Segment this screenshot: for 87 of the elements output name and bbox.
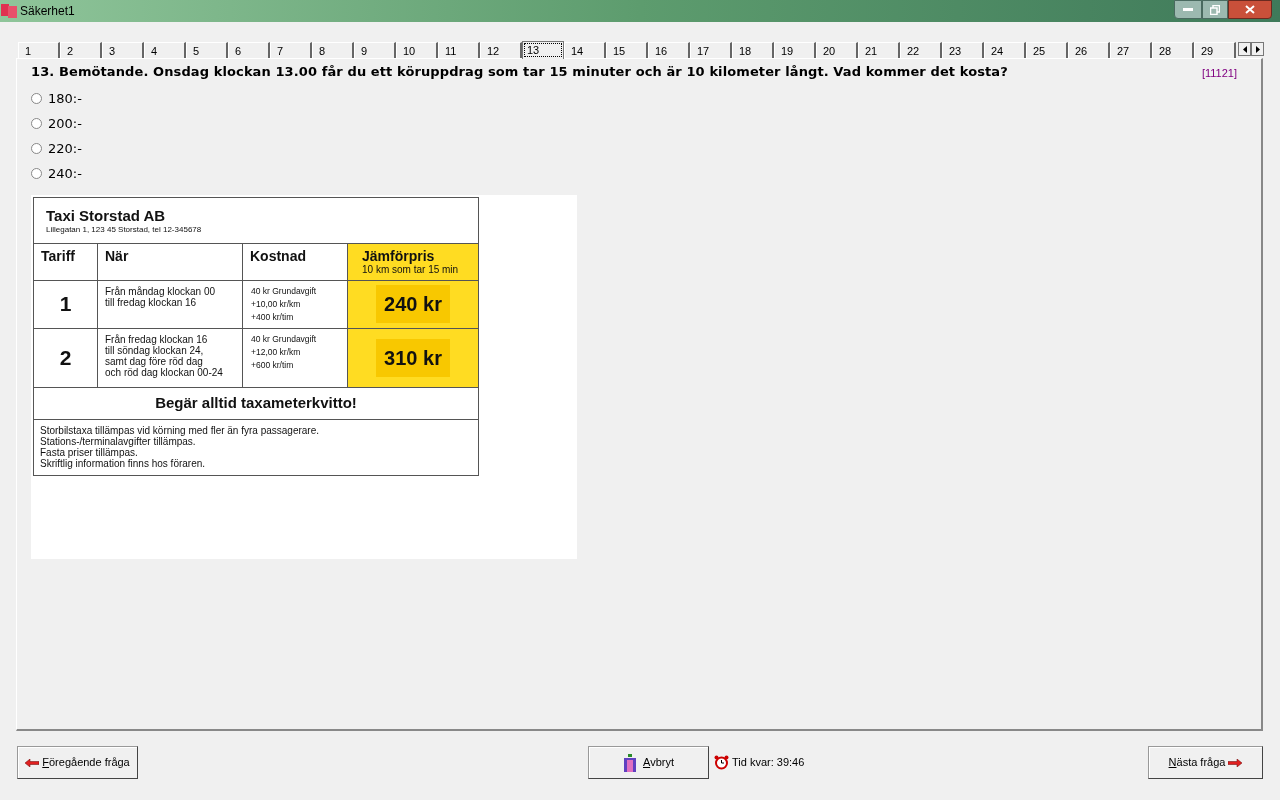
minimize-icon xyxy=(1183,7,1193,12)
question-code: [11121] xyxy=(1201,66,1237,81)
option-label[interactable]: 240:- xyxy=(48,163,82,184)
tab[interactable]: 1 xyxy=(18,42,60,58)
tab[interactable]: 6 xyxy=(228,42,270,58)
tab[interactable]: 20 xyxy=(816,42,858,58)
option-label[interactable]: 180:- xyxy=(48,88,82,109)
cancel-button[interactable]: Avbryt xyxy=(588,746,709,779)
column-header: Kostnad xyxy=(250,247,307,264)
cost-line: 40 kr Grundavgift xyxy=(251,284,318,298)
company-address: Lillegatan 1, 123 45 Storstad, tel 12-345678 xyxy=(46,223,203,236)
cost-line: +12,00 kr/km xyxy=(251,345,302,359)
tariff-number: 2 xyxy=(59,344,72,371)
tab[interactable]: 12 xyxy=(480,42,522,58)
tariff-period-line: och röd dag klockan 00-24 xyxy=(105,366,224,378)
app-icon xyxy=(1,4,17,18)
minimize-button[interactable] xyxy=(1174,0,1202,19)
tab[interactable]: 3 xyxy=(102,42,144,58)
radio-button[interactable] xyxy=(31,143,42,154)
time-left-text: Tid kvar: 39:46 xyxy=(732,755,805,771)
tab[interactable]: 23 xyxy=(942,42,984,58)
tab[interactable]: 25 xyxy=(1026,42,1068,58)
tab[interactable]: 9 xyxy=(354,42,396,58)
restore-icon xyxy=(1210,4,1220,15)
tab[interactable]: 15 xyxy=(606,42,648,58)
window-title: Säkerhet1 xyxy=(20,3,75,20)
close-icon xyxy=(1245,5,1255,14)
right-arrow-icon xyxy=(1255,45,1260,53)
tab[interactable]: 11 xyxy=(438,42,480,58)
previous-question-button[interactable]: Föregående fråga xyxy=(17,746,138,779)
tariff-number: 1 xyxy=(59,291,72,318)
column-header: När xyxy=(105,247,130,264)
cost-line: +400 kr/tim xyxy=(251,310,295,324)
left-arrow-icon xyxy=(25,758,40,767)
comparison-price: 310 kr xyxy=(376,338,450,377)
tariff-period-line: till söndag klockan 24, xyxy=(105,344,205,356)
tab[interactable]: 22 xyxy=(900,42,942,58)
restore-button[interactable] xyxy=(1202,0,1228,19)
comparison-note: 10 km som tar 15 min xyxy=(362,263,460,275)
tab[interactable]: 10 xyxy=(396,42,438,58)
tab[interactable]: 24 xyxy=(984,42,1026,58)
alarm-clock-icon xyxy=(714,755,729,770)
cost-line: +10,00 kr/km xyxy=(251,297,302,311)
door-exit-icon xyxy=(623,753,637,772)
tab[interactable]: 27 xyxy=(1110,42,1152,58)
right-arrow-icon xyxy=(1228,758,1243,767)
tab[interactable]: 5 xyxy=(186,42,228,58)
tab[interactable]: 28 xyxy=(1152,42,1194,58)
option-label[interactable]: 200:- xyxy=(48,113,82,134)
footnote-line: Skriftlig information finns hos föraren. xyxy=(40,457,207,469)
column-header: Jämförpris xyxy=(362,247,436,264)
option-label[interactable]: 220:- xyxy=(48,138,82,159)
tariff-period-line: Från måndag klockan 00 xyxy=(105,285,217,297)
tab[interactable]: 18 xyxy=(732,42,774,58)
cost-line: +600 kr/tim xyxy=(251,358,295,372)
tariff-period-line: till fredag klockan 16 xyxy=(105,296,198,308)
receipt-notice: Begär alltid taxameterkvitto! xyxy=(155,392,357,413)
question-text: 13. Bemötande. Onsdag klockan 13.00 får du ett köruppdrag som tar 15 minuter och är 10 kilometer långt. Vad kommer det kosta? xyxy=(31,64,1008,80)
company-name: Taxi Storstad AB xyxy=(46,206,167,224)
tab[interactable]: 21 xyxy=(858,42,900,58)
left-arrow-icon xyxy=(1242,45,1247,53)
footnote-line: Storbilstaxa tillämpas vid körning med fler än fyra passagerare. xyxy=(40,424,321,436)
tab[interactable]: 19 xyxy=(774,42,816,58)
tab[interactable]: 7 xyxy=(270,42,312,58)
scroll-left-button[interactable] xyxy=(1238,42,1251,56)
tab[interactable]: 8 xyxy=(312,42,354,58)
radio-button[interactable] xyxy=(31,168,42,179)
footnote-line: Stations-/terminalavgifter tillämpas. xyxy=(40,435,197,447)
tab[interactable]: 4 xyxy=(144,42,186,58)
scroll-right-button[interactable] xyxy=(1251,42,1264,56)
next-question-button[interactable]: Nästa fråga xyxy=(1148,746,1263,779)
tab[interactable]: 13 xyxy=(522,41,564,59)
tab[interactable]: 29 xyxy=(1194,42,1236,58)
cost-line: 40 kr Grundavgift xyxy=(251,332,318,346)
column-header: Tariff xyxy=(41,247,76,264)
tab[interactable]: 2 xyxy=(60,42,102,58)
tariff-period-line: samt dag före röd dag xyxy=(105,355,204,367)
tab[interactable]: 17 xyxy=(690,42,732,58)
tab[interactable]: 16 xyxy=(648,42,690,58)
tab[interactable]: 14 xyxy=(564,42,606,58)
close-button[interactable] xyxy=(1228,0,1272,19)
comparison-price: 240 kr xyxy=(376,285,450,323)
tariff-period-line: Från fredag klockan 16 xyxy=(105,333,209,345)
radio-button[interactable] xyxy=(31,93,42,104)
footnote-line: Fasta priser tillämpas. xyxy=(40,446,138,458)
tab[interactable]: 26 xyxy=(1068,42,1110,58)
radio-button[interactable] xyxy=(31,118,42,129)
